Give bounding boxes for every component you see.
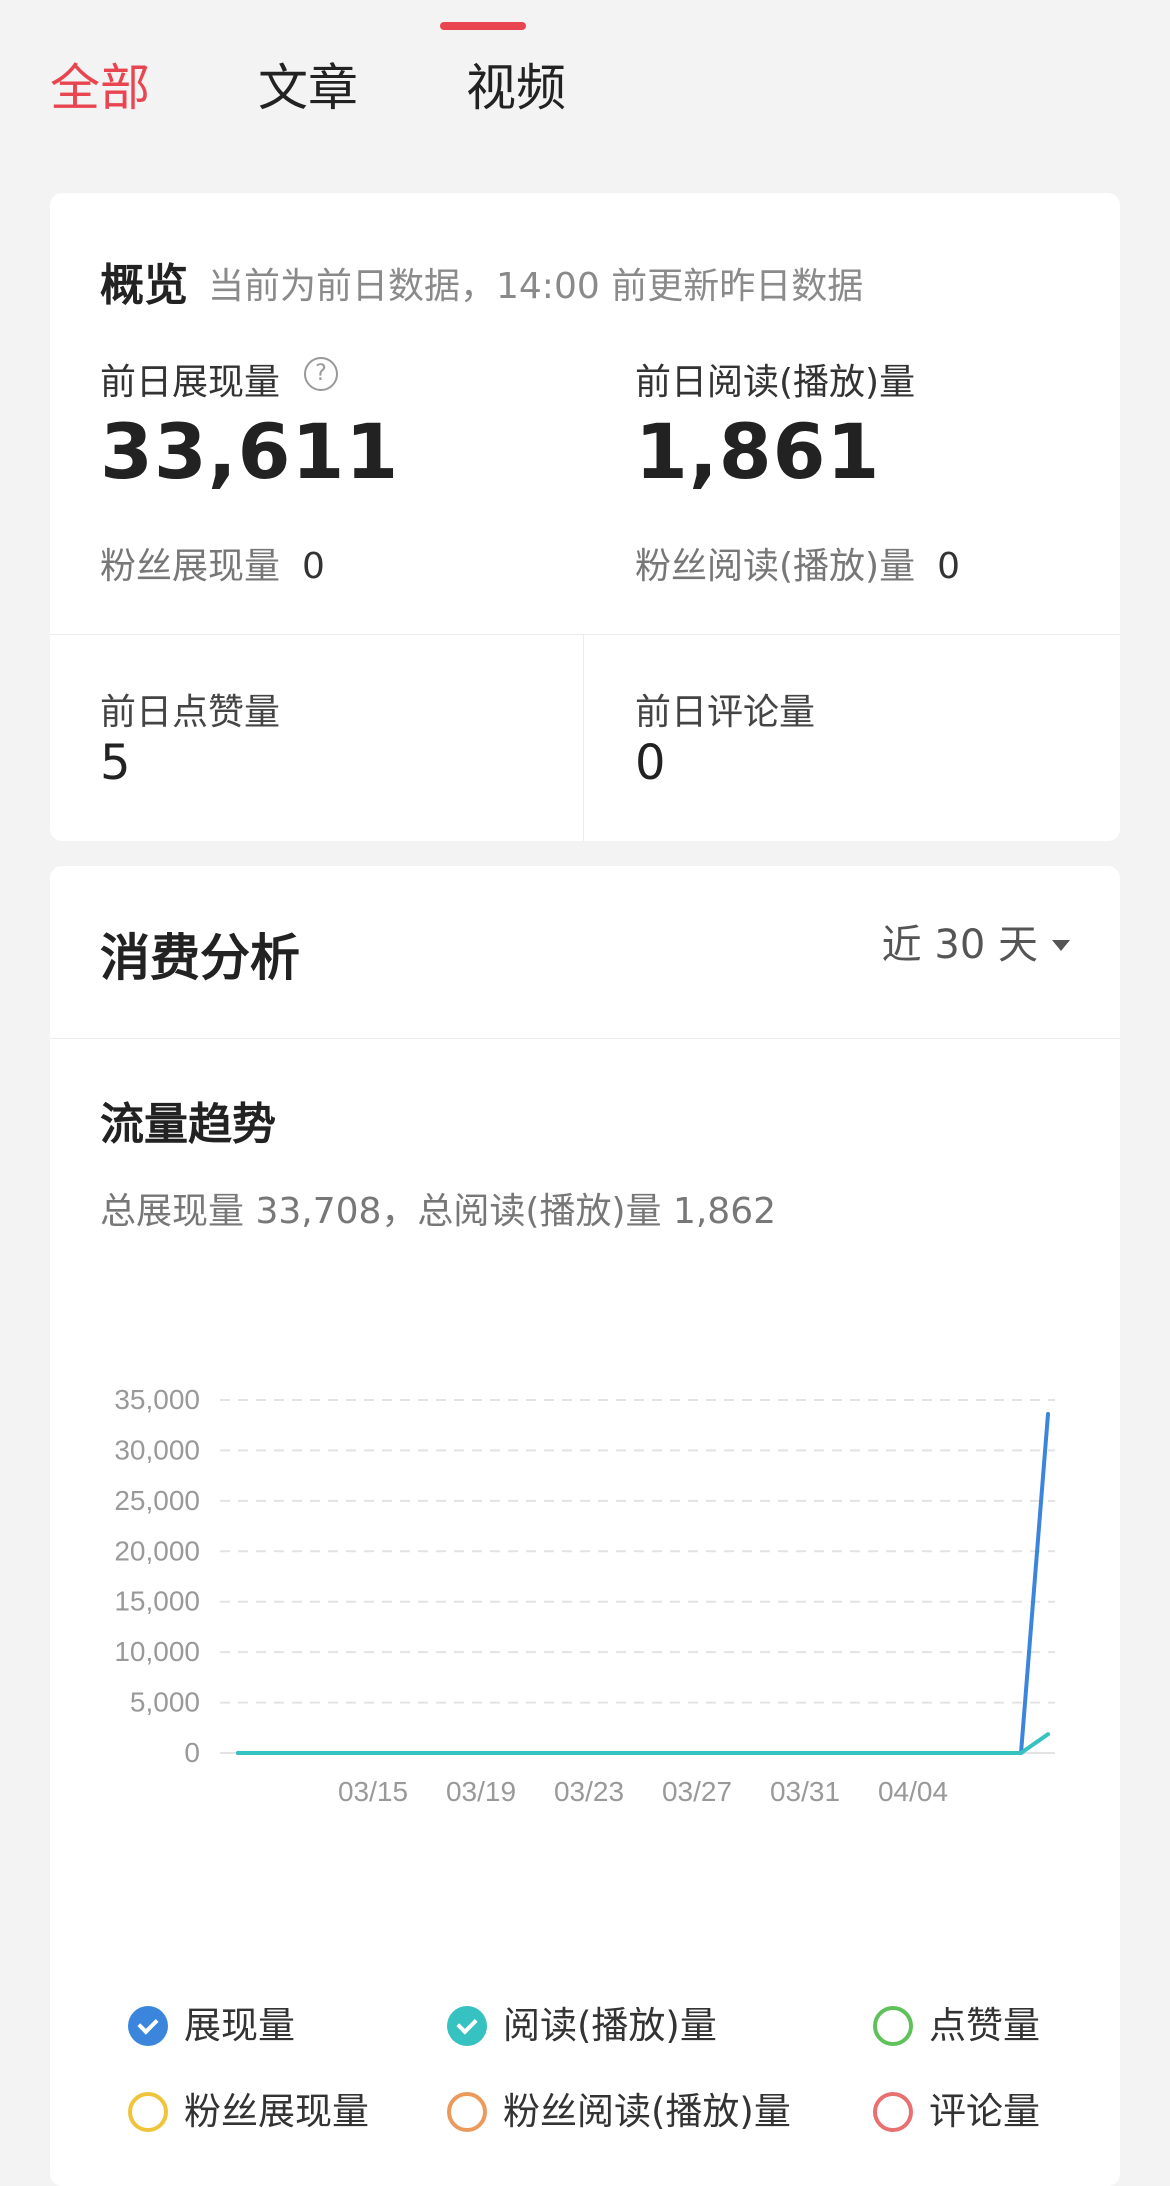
analysis-title: 消费分析 [100, 929, 300, 987]
overview-subtitle: 当前为前日数据，14:00 前更新昨日数据 [208, 266, 864, 307]
fan-reads: 粉丝阅读(播放)量 0 [635, 537, 960, 589]
range-selector[interactable]: 近 30 天 [882, 912, 1070, 970]
overview-title: 概览 [100, 260, 188, 311]
legend-likes-checkbox [873, 2006, 913, 2046]
tab-all[interactable]: 全部 [50, 58, 150, 118]
x-tick-label: 03/19 [446, 1776, 516, 1807]
x-tick-label: 03/31 [770, 1776, 840, 1807]
series-line-1 [236, 1732, 1050, 1755]
divider [50, 634, 1120, 635]
legend-comments-label: 评论量 [929, 2090, 1040, 2133]
fan-impressions: 粉丝展现量 0 [100, 537, 325, 589]
check-icon [456, 2013, 478, 2035]
y-tick-label: 20,000 [114, 1535, 200, 1566]
legend-fan-impressions-label: 粉丝展现量 [184, 2090, 369, 2133]
fan-reads-label: 粉丝阅读(播放)量 [635, 546, 916, 587]
help-icon[interactable]: ? [304, 357, 338, 391]
reads-value: 1,861 [635, 407, 881, 496]
tab-bar: 全部 文章 视频 [0, 0, 1170, 160]
legend-comments-checkbox [873, 2092, 913, 2132]
overview-card: 概览 当前为前日数据，14:00 前更新昨日数据 前日展现量 ? 33,611 … [50, 193, 1120, 841]
range-label: 近 30 天 [881, 922, 1038, 968]
likes-label: 前日点赞量 [100, 692, 281, 733]
divider [583, 634, 584, 841]
analysis-card: 消费分析 近 30 天 流量趋势 总展现量 33,708，总阅读(播放)量 1,… [50, 866, 1120, 2186]
legend-fan-reads-label: 粉丝阅读(播放)量 [503, 2090, 791, 2133]
y-tick-label: 25,000 [114, 1485, 200, 1516]
divider [50, 1038, 1120, 1039]
trend-summary: 总展现量 33,708，总阅读(播放)量 1,862 [100, 1191, 777, 1232]
legend-fan-reads-checkbox [447, 2092, 487, 2132]
legend-impressions-label: 展现量 [184, 2004, 295, 2047]
legend-fan-impressions-checkbox [128, 2092, 168, 2132]
legend-reads-checkbox [447, 2006, 487, 2046]
legend-reads-label: 阅读(播放)量 [503, 2004, 717, 2047]
check-icon [137, 2013, 159, 2035]
likes-value: 5 [100, 735, 131, 791]
legend-likes-label: 点赞量 [929, 2004, 1040, 2047]
fan-impressions-label: 粉丝展现量 [100, 546, 281, 587]
x-tick-label: 03/27 [662, 1776, 732, 1807]
comments-value: 0 [635, 735, 666, 791]
caret-down-icon [1052, 939, 1070, 951]
x-tick-label: 04/04 [878, 1776, 948, 1807]
impressions-value: 33,611 [100, 407, 400, 496]
y-tick-label: 10,000 [114, 1636, 200, 1667]
legend-impressions-checkbox [128, 2006, 168, 2046]
impressions-label: 前日展现量 [100, 362, 281, 403]
y-tick-label: 5,000 [130, 1687, 200, 1718]
y-tick-label: 35,000 [114, 1384, 200, 1415]
y-tick-label: 0 [184, 1737, 200, 1768]
x-tick-label: 03/15 [338, 1776, 408, 1807]
tab-videos[interactable]: 视频 [466, 58, 566, 118]
traffic-trend-chart: 0 5,000 10,000 15,000 20,000 25,000 30,000 35,0… [114, 1384, 1055, 1807]
fan-impressions-value: 0 [302, 546, 325, 587]
comments-label: 前日评论量 [635, 692, 816, 733]
reads-label: 前日阅读(播放)量 [635, 362, 916, 403]
trend-title: 流量趋势 [100, 1099, 276, 1150]
y-tick-label: 15,000 [114, 1586, 200, 1617]
tab-articles[interactable]: 文章 [258, 58, 358, 118]
x-tick-label: 03/23 [554, 1776, 624, 1807]
fan-reads-value: 0 [937, 546, 960, 587]
y-tick-label: 30,000 [114, 1434, 200, 1465]
tab-indicator [440, 22, 526, 30]
